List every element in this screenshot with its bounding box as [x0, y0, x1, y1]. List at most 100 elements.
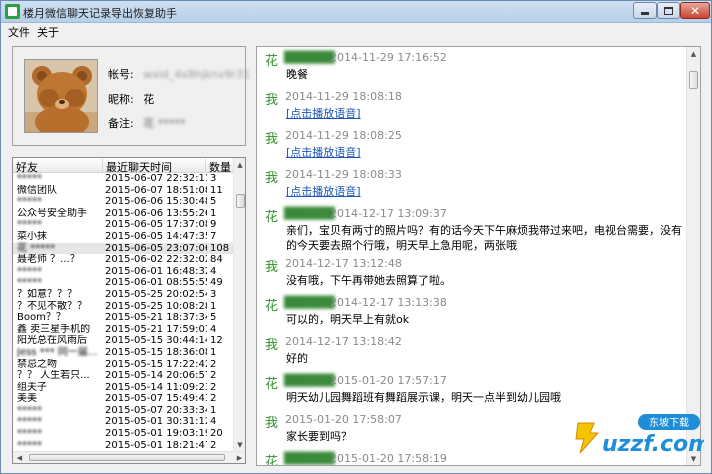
- friend-row[interactable]: ***** 2015-05-07 20:33:34 1: [13, 405, 233, 417]
- last-chat-time: 2015-05-07 20:33:34: [105, 404, 207, 416]
- masked-sender-name: ██████: [284, 296, 335, 309]
- friend-row[interactable]: 禁忌之吻 2015-05-15 17:22:42 2: [13, 359, 233, 371]
- friend-name: ？？ 人生若只...: [17, 370, 90, 382]
- message-count: 5: [210, 312, 217, 324]
- message-count: 2: [210, 381, 217, 393]
- friend-row[interactable]: ***** 2015-06-07 22:32:11 3: [13, 173, 233, 185]
- friend-name: *****: [17, 428, 42, 440]
- message-text: 晚餐: [286, 68, 308, 81]
- friend-row[interactable]: ***** 2015-05-01 30:31:12 4: [13, 416, 233, 428]
- play-voice-link[interactable]: [点击播放语音]: [264, 145, 684, 164]
- scroll-down-icon[interactable]: ▼: [234, 438, 245, 451]
- message-header: 花 ██████ 2014-12-17 13:09:37: [264, 203, 684, 225]
- friend-list-horizontal-scrollbar[interactable]: ◀ ▶: [13, 451, 245, 463]
- friend-row[interactable]: 花 ***** 2015-06-05 23:07:06 108: [13, 242, 233, 255]
- column-header-friend[interactable]: 好友: [13, 159, 103, 174]
- remark-label: 备注:: [108, 117, 134, 130]
- horizontal-scroll-thumb[interactable]: [29, 454, 225, 461]
- scroll-up-icon[interactable]: ▲: [234, 158, 245, 171]
- chat-scroll-thumb[interactable]: [689, 71, 698, 89]
- account-value: wxid_4x8hjknv9r31: [143, 68, 251, 81]
- masked-sender-name: ██████: [284, 374, 335, 387]
- play-voice-link[interactable]: [点击播放语音]: [264, 184, 684, 203]
- message-header: 我 2014-11-29 18:08:33: [264, 164, 684, 186]
- friend-row[interactable]: 菜小抹 2015-06-05 14:47:35 7: [13, 231, 233, 243]
- friend-row[interactable]: 阳光总在风雨后 2015-05-15 30:44:14 12: [13, 335, 233, 347]
- message-count: 9: [210, 219, 217, 231]
- column-header-last-chat-time[interactable]: 最近聊天时间: [103, 159, 206, 174]
- scroll-right-icon[interactable]: ▶: [233, 452, 245, 463]
- friend-row[interactable]: ***** 2015-06-01 16:48:32 4: [13, 266, 233, 278]
- masked-sender-name: ██████: [284, 452, 335, 465]
- chat-scroll-up-icon[interactable]: ▲: [687, 47, 700, 60]
- message-count: 11: [210, 184, 223, 196]
- play-voice-link[interactable]: [点击播放语音]: [264, 106, 684, 125]
- message-count: 108: [210, 242, 230, 254]
- message-count: 1: [210, 404, 217, 416]
- minimize-button[interactable]: [633, 2, 657, 19]
- friend-name: 美美: [17, 393, 37, 405]
- maximize-icon: [664, 6, 673, 15]
- message-count: 1: [210, 300, 217, 312]
- friend-row[interactable]: 聂老师 ？...？ 2015-06-02 22:32:02 84: [13, 254, 233, 266]
- friend-row[interactable]: 微信团队 2015-06-07 18:51:08 11: [13, 185, 233, 197]
- friend-row[interactable]: 鑫 卖三星手机的 2015-05-21 17:59:01 4: [13, 324, 233, 336]
- message-count: 12: [210, 335, 223, 347]
- last-chat-time: 2015-05-14 20:06:57: [105, 370, 207, 382]
- chat-vertical-scrollbar[interactable]: ▲ ▼: [686, 47, 700, 465]
- friend-name: *****: [17, 439, 42, 451]
- column-header-count[interactable]: 数量: [206, 159, 233, 174]
- message-count: 2: [210, 358, 217, 370]
- account-row: 帐号: wxid_4x8hjknv9r31: [108, 66, 250, 82]
- friend-name: 禁忌之吻: [17, 358, 57, 370]
- window-title: 楼月微信聊天记录导出恢复助手: [23, 7, 177, 20]
- friend-row[interactable]: 公众号安全助手 2015-06-06 13:55:26 1: [13, 208, 233, 220]
- friend-row[interactable]: ***** 2015-05-01 18:21:47 2: [13, 440, 233, 452]
- watermark-domain: uzzf.com: [602, 432, 704, 457]
- message-count: 2: [210, 370, 217, 382]
- friend-list-vertical-scrollbar[interactable]: ▲ ▼: [233, 158, 245, 451]
- last-chat-time: 2015-06-05 23:07:06: [105, 242, 207, 254]
- friend-row[interactable]: ？如意？？？ 2015-05-25 20:02:54 3: [13, 289, 233, 301]
- friend-row[interactable]: ？不见不散？？ 2015-05-25 10:08:28 1: [13, 301, 233, 313]
- close-button[interactable]: ✕: [680, 2, 710, 19]
- last-chat-time: 2015-06-06 15:30:48: [105, 196, 207, 208]
- app-window: 楼月微信聊天记录导出恢复助手 ✕ 文件 关于 帐号: wxid_4x8hjknv…: [0, 0, 712, 474]
- friend-name: 花 *****: [17, 242, 56, 254]
- maximize-button[interactable]: [657, 2, 680, 19]
- nickname-row: 昵称: 花: [108, 91, 154, 107]
- scroll-thumb[interactable]: [236, 194, 245, 208]
- message-count: 4: [210, 265, 217, 277]
- last-chat-time: 2015-06-05 14:47:35: [105, 230, 207, 242]
- message-count: 1: [210, 207, 217, 219]
- friend-row[interactable]: 美美 2015-05-07 15:49:43 2: [13, 393, 233, 405]
- friend-row[interactable]: Boom？？ 2015-05-21 18:37:34 5: [13, 312, 233, 324]
- message-header: 我 2014-12-17 13:18:42: [264, 331, 684, 353]
- last-chat-time: 2015-05-25 10:08:28: [105, 300, 207, 312]
- uzzf-watermark-logo: 东坡下载 uzzf.com: [572, 411, 711, 457]
- menu-file[interactable]: 文件: [8, 24, 30, 40]
- message-count: 4: [210, 323, 217, 335]
- friend-row[interactable]: 组夫子 2015-05-14 11:09:23 2: [13, 382, 233, 394]
- menu-bar: 文件 关于: [1, 23, 711, 39]
- teddy-bear-avatar-image: [25, 60, 97, 132]
- last-chat-time: 2015-06-05 17:37:08: [105, 219, 207, 231]
- friend-row[interactable]: ***** 2015-05-01 19:03:19 20: [13, 428, 233, 440]
- friend-row[interactable]: ***** 2015-06-05 17:37:08 9: [13, 219, 233, 231]
- message-timestamp: 2015-01-20 17:58:19: [330, 452, 447, 465]
- scroll-left-icon[interactable]: ◀: [13, 452, 26, 463]
- friend-row[interactable]: ***** 2015-06-06 15:30:48 5: [13, 196, 233, 208]
- message-sender: 花: [265, 455, 279, 466]
- message-text: 好的: [286, 352, 308, 365]
- remark-value: 花 *****: [143, 117, 186, 130]
- last-chat-time: 2015-05-01 18:21:47: [105, 439, 207, 451]
- menu-about[interactable]: 关于: [37, 24, 59, 40]
- friend-row[interactable]: ？？ 人生若只... 2015-05-14 20:06:57 2: [13, 370, 233, 382]
- message-text: 没有哦，下午再带她去照算了啦。: [286, 274, 451, 287]
- message-count: 4: [210, 416, 217, 428]
- friend-row[interactable]: Jess *** 同一届... 2015-05-15 18:36:08 1: [13, 347, 233, 359]
- masked-sender-name: ██████: [284, 51, 335, 64]
- message-count: 1: [210, 346, 217, 358]
- message-count: 2: [210, 393, 217, 405]
- friend-row[interactable]: ***** 2015-06-01 08:55:55 49: [13, 277, 233, 289]
